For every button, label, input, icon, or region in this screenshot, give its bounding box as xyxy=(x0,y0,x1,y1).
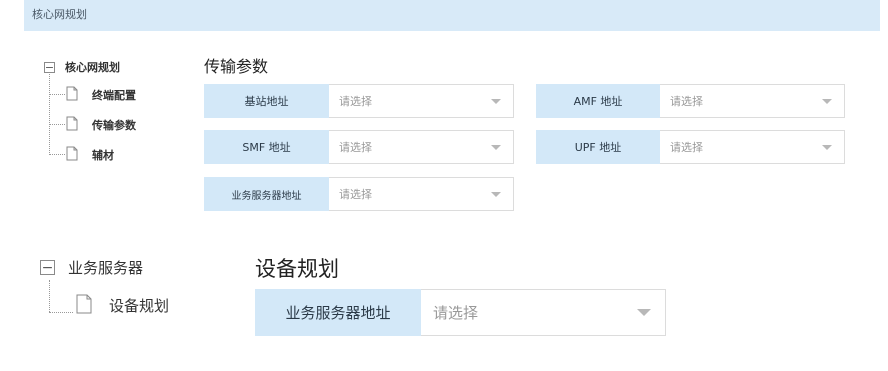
select-placeholder: 请选择 xyxy=(670,95,703,108)
amf-address-field[interactable]: AMF 地址 请选择 xyxy=(536,84,845,118)
tree-root-label: 业务服务器 xyxy=(68,259,144,277)
collapse-icon[interactable]: − xyxy=(44,61,55,73)
document-icon xyxy=(66,146,78,164)
document-icon xyxy=(66,116,78,134)
tree-connector xyxy=(49,94,65,95)
select-placeholder: 请选择 xyxy=(433,304,479,322)
tree-item-transport-params[interactable]: 传输参数 xyxy=(66,116,136,134)
select-placeholder: 请选择 xyxy=(339,188,372,201)
tree-item-label: 辅材 xyxy=(92,149,114,162)
chevron-down-icon xyxy=(491,144,501,150)
tree-root-label: 核心网规划 xyxy=(65,61,120,74)
field-label: 基站地址 xyxy=(204,84,329,118)
chevron-down-icon xyxy=(822,98,832,104)
upf-address-field[interactable]: UPF 地址 请选择 xyxy=(536,130,845,164)
tree-connector xyxy=(49,312,73,313)
tree-item-label: 传输参数 xyxy=(92,119,136,132)
field-label: 业务服务器地址 xyxy=(255,289,421,336)
tree-item-device-planning[interactable]: 设备规划 xyxy=(76,294,169,317)
select-placeholder: 请选择 xyxy=(670,141,703,154)
tree-item-label: 终端配置 xyxy=(92,89,136,102)
tree-connector xyxy=(49,280,50,312)
page-title: 核心网规划 xyxy=(32,8,87,21)
header-bar: 核心网规划 xyxy=(24,0,880,31)
chevron-down-icon xyxy=(822,144,832,150)
tree-connector xyxy=(49,68,50,155)
tree-item-label: 设备规划 xyxy=(109,297,170,315)
document-icon xyxy=(76,294,92,317)
base-station-address-select[interactable]: 请选择 xyxy=(329,84,514,118)
field-label: SMF 地址 xyxy=(204,130,329,164)
service-server-address-select-large[interactable]: 请选择 xyxy=(421,289,666,336)
field-label: UPF 地址 xyxy=(536,130,660,164)
smf-address-select[interactable]: 请选择 xyxy=(329,130,514,164)
tree-item-accessories[interactable]: 辅材 xyxy=(66,146,114,164)
tree-root-core-network[interactable]: − 核心网规划 xyxy=(44,59,120,75)
select-placeholder: 请选择 xyxy=(339,141,372,154)
field-label: 业务服务器地址 xyxy=(204,177,329,211)
amf-address-select[interactable]: 请选择 xyxy=(660,84,845,118)
section-title-device-planning: 设备规划 xyxy=(255,257,339,281)
upf-address-select[interactable]: 请选择 xyxy=(660,130,845,164)
document-icon xyxy=(66,86,78,104)
tree-connector xyxy=(49,124,65,125)
service-server-address-field[interactable]: 业务服务器地址 请选择 xyxy=(204,177,514,211)
smf-address-field[interactable]: SMF 地址 请选择 xyxy=(204,130,514,164)
base-station-address-field[interactable]: 基站地址 请选择 xyxy=(204,84,514,118)
chevron-down-icon xyxy=(637,309,651,316)
select-placeholder: 请选择 xyxy=(339,95,372,108)
tree-connector xyxy=(49,154,65,155)
service-server-address-select[interactable]: 请选择 xyxy=(329,177,514,211)
chevron-down-icon xyxy=(491,98,501,104)
collapse-icon[interactable]: − xyxy=(40,260,55,275)
field-label: AMF 地址 xyxy=(536,84,660,118)
section-title-transport-params: 传输参数 xyxy=(204,57,269,76)
tree-root-service-server[interactable]: − 业务服务器 xyxy=(40,257,143,278)
service-server-address-field-large[interactable]: 业务服务器地址 请选择 xyxy=(255,289,666,336)
tree-item-terminal-config[interactable]: 终端配置 xyxy=(66,86,136,104)
chevron-down-icon xyxy=(491,191,501,197)
